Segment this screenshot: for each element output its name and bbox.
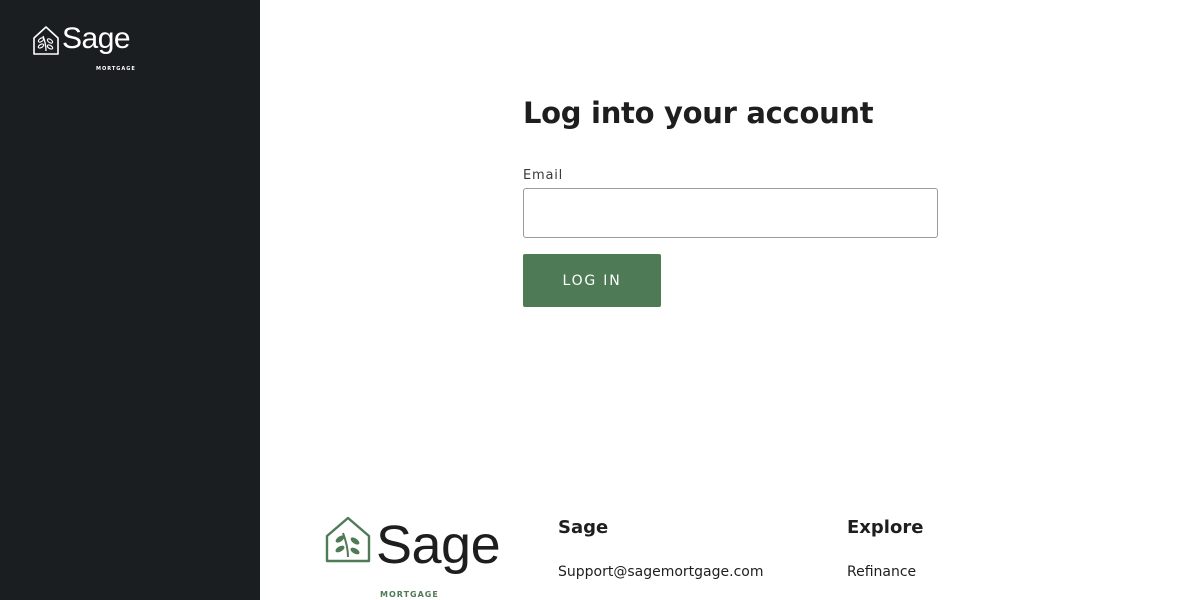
sidebar-logo-text: Sage	[62, 22, 131, 55]
footer-column-title: Sage	[558, 517, 609, 538]
login-form: Log into your account Email LOG IN	[523, 92, 938, 307]
main-content: Log into your account Email LOG IN Sage …	[260, 0, 1200, 600]
refinance-link[interactable]: Refinance	[847, 562, 923, 582]
footer-logo-text: Sage	[376, 515, 501, 575]
page-title: Log into your account	[523, 96, 874, 130]
email-field[interactable]	[523, 188, 938, 238]
footer-column-sage: Sage Support@sagemortgage.com	[558, 516, 763, 582]
footer: Sage MORTGAGE Sage Support@sagemortgage.…	[260, 500, 1200, 600]
footer-logo-tagline: MORTGAGE	[380, 590, 439, 599]
footer-column-title: Explore	[847, 517, 924, 538]
sidebar-logo-wordmark: Sage MORTGAGE	[62, 22, 135, 73]
house-leaf-icon	[33, 26, 59, 55]
login-button[interactable]: LOG IN	[523, 254, 661, 307]
email-label: Email	[523, 168, 564, 183]
footer-column-explore: Explore Refinance	[847, 516, 923, 582]
footer-logo-wordmark: Sage MORTGAGE	[376, 515, 501, 599]
sidebar: Sage MORTGAGE	[0, 0, 260, 600]
support-email-link[interactable]: Support@sagemortgage.com	[558, 562, 763, 582]
house-leaf-icon	[325, 516, 371, 563]
footer-logo[interactable]: Sage MORTGAGE	[324, 514, 501, 599]
sidebar-logo[interactable]: Sage MORTGAGE	[32, 22, 135, 73]
sidebar-logo-tagline: MORTGAGE	[96, 66, 136, 72]
